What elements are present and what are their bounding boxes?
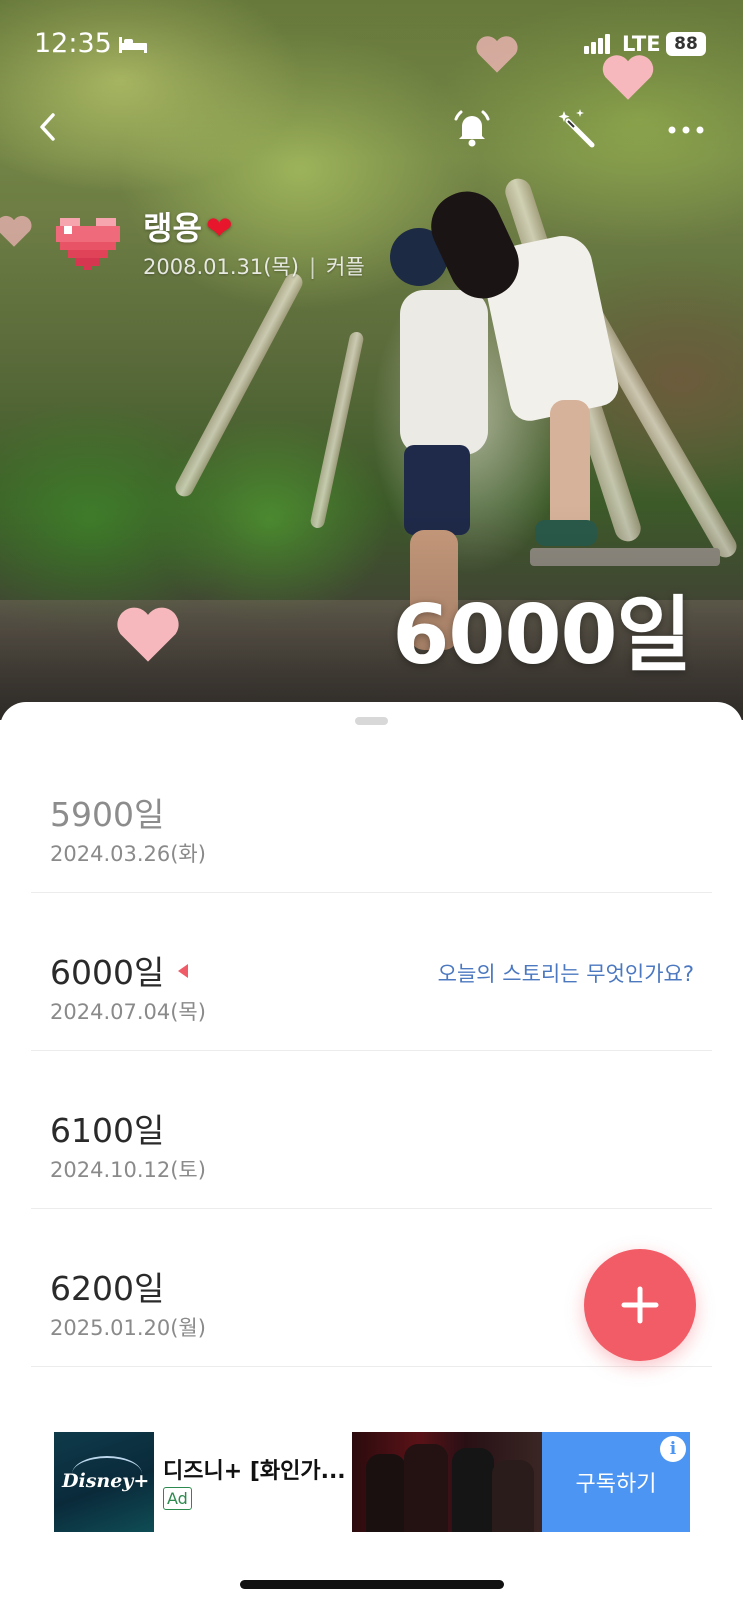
- milestone-day: 5900일: [50, 795, 165, 834]
- milestone-date: 2024.03.26(화): [50, 842, 206, 866]
- ad-title: 디즈니+ [화인가...: [163, 1459, 346, 1484]
- floating-heart-icon: [0, 215, 32, 247]
- couple-meta: 2008.01.31(목) | 커플: [143, 251, 365, 281]
- milestone-row-6100[interactable]: 6100일 2024.10.12(토): [31, 1051, 712, 1209]
- ad-poster-image: [352, 1432, 542, 1532]
- floating-heart-icon: [476, 36, 518, 73]
- pixel-heart-icon: [56, 218, 120, 270]
- couple-name[interactable]: 랭용 ❤: [143, 203, 233, 249]
- more-button[interactable]: [664, 112, 708, 148]
- poster-figure: [492, 1460, 534, 1532]
- plus-icon: [621, 1286, 659, 1324]
- red-heart-icon: ❤: [205, 209, 233, 247]
- story-prompt-link[interactable]: 오늘의 스토리는 무엇인가요?: [438, 958, 694, 988]
- ad-logo-text: Disney+: [62, 1470, 150, 1492]
- couple-name-text: 랭용: [143, 209, 202, 247]
- ad-banner[interactable]: Disney+ 디즈니+ [화인가... Ad 구독하기 i: [54, 1432, 690, 1532]
- hero-photo: 12:35 LTE 88 랭용 ❤ 2008.01.31(목) | 커플 600…: [0, 0, 743, 720]
- milestone-date: 2025.01.20(월): [50, 1316, 206, 1340]
- start-date: 2008.01.31(목): [143, 255, 299, 279]
- poster-figure: [366, 1454, 406, 1532]
- home-indicator[interactable]: [240, 1580, 504, 1589]
- milestone-day: 6000일: [50, 946, 189, 994]
- milestone-date: 2024.07.04(목): [50, 1000, 206, 1024]
- bell-icon: [454, 110, 490, 147]
- notification-button[interactable]: [448, 104, 496, 152]
- magic-wand-icon: [558, 109, 595, 148]
- sheet-handle[interactable]: [355, 717, 388, 725]
- back-button[interactable]: [28, 105, 68, 149]
- relation-label: 커플: [326, 255, 365, 279]
- add-button[interactable]: [584, 1249, 696, 1361]
- milestone-day: 6200일: [50, 1269, 165, 1308]
- meta-separator: |: [308, 255, 317, 279]
- ad-badge: Ad: [163, 1487, 192, 1510]
- poster-figure: [404, 1444, 448, 1532]
- milestone-row-5900[interactable]: 5900일 2024.03.26(화): [31, 735, 712, 893]
- ad-logo: Disney+: [54, 1432, 154, 1532]
- poster-figure: [452, 1448, 494, 1532]
- sleep-mode-icon: [118, 34, 148, 58]
- today-marker-icon: [178, 963, 189, 978]
- floating-heart-icon: [602, 55, 654, 100]
- milestone-day: 6100일: [50, 1111, 165, 1150]
- milestone-day-text: 6000일: [50, 953, 165, 992]
- decorate-button[interactable]: [555, 106, 601, 152]
- battery-icon: 88: [666, 32, 706, 56]
- highlight-day: 6000일: [392, 588, 692, 683]
- floating-heart-icon: [117, 607, 179, 662]
- signal-icon: [584, 34, 612, 54]
- info-icon[interactable]: i: [660, 1436, 686, 1462]
- milestone-row-6000[interactable]: 6000일 2024.07.04(목) 오늘의 스토리는 무엇인가요?: [31, 893, 712, 1051]
- status-time: 12:35: [34, 28, 112, 59]
- more-icon: [668, 126, 704, 134]
- milestone-date: 2024.10.12(토): [50, 1158, 206, 1182]
- back-icon: [40, 113, 55, 141]
